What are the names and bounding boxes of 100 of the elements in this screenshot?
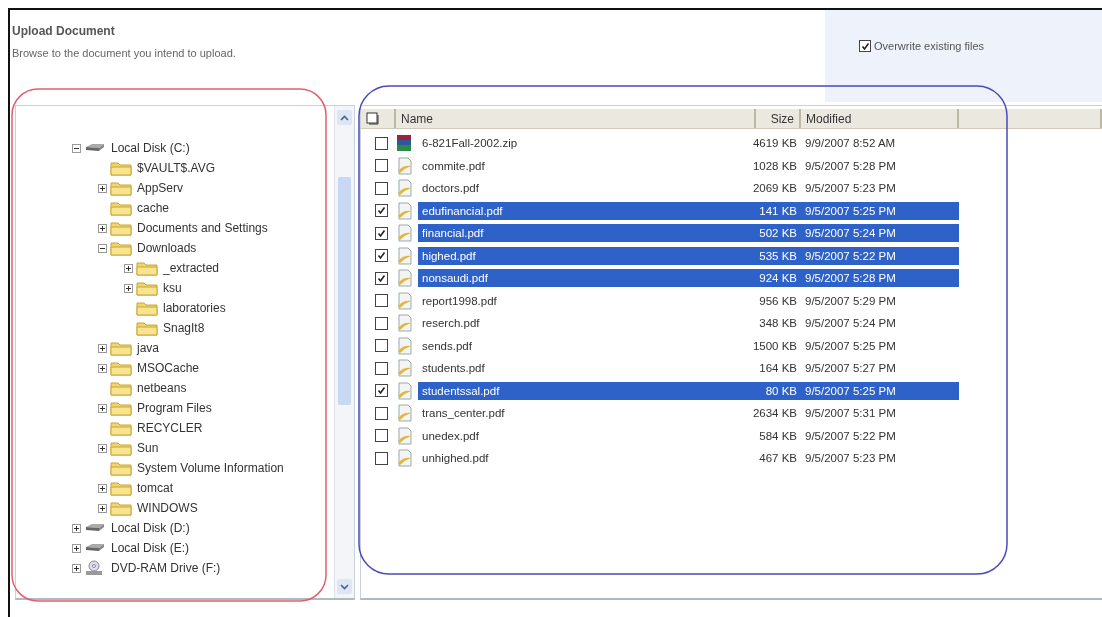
plus-icon [99, 504, 106, 512]
tree-item[interactable]: MSOCache [137, 361, 200, 375]
expand-toggle[interactable] [124, 283, 133, 293]
row-checkbox[interactable] [375, 204, 388, 218]
expand-toggle[interactable] [98, 343, 107, 353]
expand-toggle[interactable] [98, 363, 107, 373]
row-checkbox[interactable] [375, 271, 388, 285]
scroll-down-button[interactable] [337, 579, 352, 594]
row-checkbox[interactable] [375, 361, 388, 375]
file-size: 502 KB [756, 224, 801, 243]
folder-icon [110, 460, 132, 476]
expand-toggle[interactable] [98, 403, 107, 413]
plus-icon [99, 364, 106, 372]
document-icon [396, 269, 414, 288]
file-modified: 9/5/2007 5:22 PM [804, 428, 897, 444]
tree-item[interactable]: System Volume Information [137, 461, 284, 475]
row-checkbox[interactable] [375, 406, 388, 420]
page-title: Upload Document [12, 24, 116, 38]
folder-icon [110, 360, 132, 376]
tree-item[interactable]: laboratories [163, 301, 226, 315]
folder-icon [136, 260, 158, 276]
file-modified: 9/5/2007 5:24 PM [804, 316, 897, 332]
file-name[interactable]: financial.pdf [418, 224, 756, 243]
file-name[interactable]: unedex.pdf [418, 426, 756, 445]
tree-item[interactable]: Sun [137, 441, 159, 455]
expand-toggle[interactable] [98, 483, 107, 493]
document-icon [396, 246, 414, 265]
tree-item[interactable]: java [137, 341, 159, 355]
file-name[interactable]: students.pdf [418, 359, 756, 378]
row-checkbox[interactable] [375, 451, 388, 465]
column-header[interactable]: Size [756, 109, 801, 128]
file-modified: 9/5/2007 5:31 PM [804, 406, 897, 422]
file-modified: 9/5/2007 5:27 PM [804, 361, 897, 377]
expand-toggle[interactable] [98, 443, 107, 453]
file-name[interactable]: edufinancial.pdf [418, 201, 756, 220]
expand-toggle[interactable] [72, 543, 81, 553]
scroll-thumb[interactable] [338, 177, 351, 405]
expand-toggle[interactable] [124, 263, 133, 273]
expand-toggle[interactable] [98, 223, 107, 233]
tree-item[interactable]: ksu [163, 281, 182, 295]
tree-item[interactable]: DVD-RAM Drive (F:) [111, 561, 221, 575]
expand-toggle[interactable] [72, 523, 81, 533]
collapse-toggle[interactable] [72, 143, 81, 153]
file-name[interactable]: unhighed.pdf [418, 449, 756, 468]
tree-item[interactable]: Downloads [137, 241, 197, 255]
folder-icon [110, 400, 132, 416]
plus-icon [99, 184, 106, 192]
folder-icon [110, 420, 132, 436]
row-checkbox[interactable] [375, 136, 388, 150]
file-name[interactable]: report1998.pdf [418, 291, 756, 310]
scroll-up-button[interactable] [337, 110, 352, 125]
expand-toggle[interactable] [98, 503, 107, 513]
tree-item[interactable]: Program Files [137, 401, 212, 415]
collapse-toggle[interactable] [98, 243, 107, 253]
row-checkbox[interactable] [375, 249, 388, 263]
folder-icon [110, 180, 132, 196]
row-checkbox[interactable] [375, 159, 388, 173]
file-size: 80 KB [756, 381, 801, 400]
file-size: 584 KB [758, 428, 798, 444]
chevron-down-icon [340, 583, 349, 590]
column-header[interactable]: Name [396, 109, 756, 128]
tree-item[interactable]: RECYCLER [137, 421, 203, 435]
row-checkbox[interactable] [375, 429, 388, 443]
tree-item[interactable]: WINDOWS [137, 501, 198, 515]
file-size: 1028 KB [756, 158, 798, 174]
plus-icon [99, 484, 106, 492]
row-checkbox[interactable] [375, 384, 388, 398]
column-header[interactable]: Modified [801, 109, 959, 128]
document-icon [396, 449, 414, 468]
plus-icon [99, 224, 106, 232]
tree-item[interactable]: Documents and Settings [137, 221, 268, 235]
row-checkbox[interactable] [375, 339, 388, 353]
file-name[interactable]: studentssal.pdf [418, 381, 756, 400]
document-icon [396, 426, 414, 445]
tree-item[interactable]: Local Disk (D:) [111, 521, 190, 535]
tree-item[interactable]: tomcat [137, 481, 173, 495]
tree-item[interactable]: $VAULT$.AVG [137, 161, 216, 175]
tree-item[interactable]: netbeans [137, 381, 187, 395]
file-modified: 9/5/2007 5:28 PM [804, 158, 897, 174]
checkbox-icon [366, 112, 379, 125]
row-checkbox[interactable] [375, 181, 388, 195]
tree-item[interactable]: SnagIt8 [163, 321, 205, 335]
plus-icon [73, 544, 80, 552]
file-modified: 9/5/2007 5:25 PM [801, 201, 959, 220]
tree-item[interactable]: _extracted [163, 261, 220, 275]
expand-toggle[interactable] [98, 183, 107, 193]
row-checkbox[interactable] [375, 226, 388, 240]
file-name[interactable]: nonsaudi.pdf [418, 269, 756, 288]
overwrite-checkbox[interactable] [859, 40, 871, 52]
tree-item[interactable]: Local Disk (C:) [111, 141, 190, 155]
tree-item[interactable]: cache [137, 201, 170, 215]
row-checkbox[interactable] [375, 294, 388, 308]
file-name[interactable]: reserch.pdf [418, 314, 756, 333]
file-name[interactable]: highed.pdf [418, 246, 756, 265]
scrollbar[interactable] [334, 106, 354, 598]
document-icon [396, 336, 414, 355]
row-checkbox[interactable] [375, 316, 388, 330]
expand-toggle[interactable] [72, 563, 81, 573]
tree-item[interactable]: AppServ [137, 181, 184, 195]
tree-item[interactable]: Local Disk (E:) [111, 541, 190, 555]
